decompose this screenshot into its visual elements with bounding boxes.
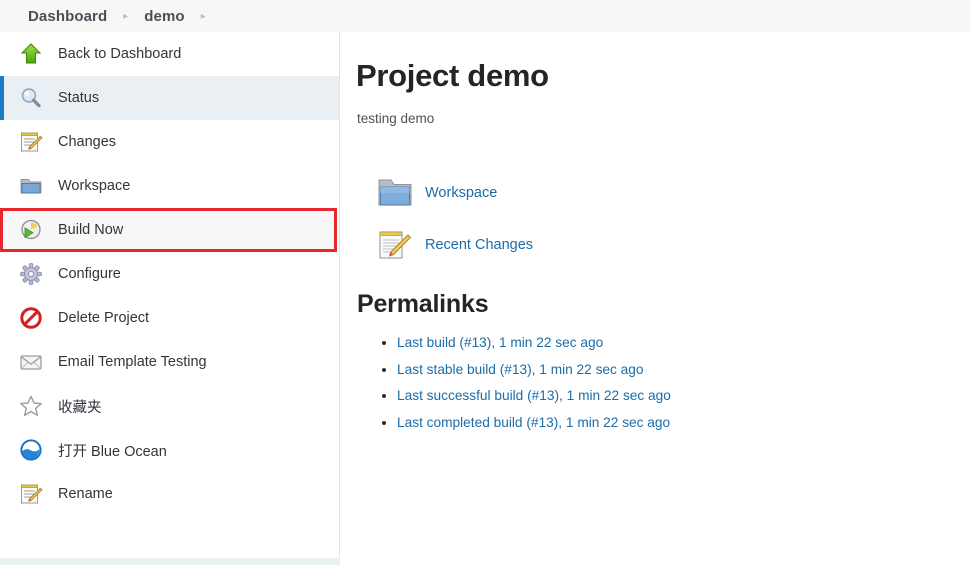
sidebar-item-open-blue-ocean[interactable]: 打开 Blue Ocean bbox=[0, 428, 339, 472]
list-item: Last completed build (#13), 1 min 22 sec… bbox=[397, 411, 970, 434]
notepad-pencil-icon bbox=[18, 129, 44, 155]
sidebar-item-configure[interactable]: Configure bbox=[0, 252, 339, 296]
sidebar-item-label: Changes bbox=[58, 134, 117, 150]
list-item: Last successful build (#13), 1 min 22 se… bbox=[397, 384, 970, 407]
sidebar-item-label: Configure bbox=[58, 266, 121, 282]
envelope-icon bbox=[18, 349, 44, 375]
blue-ocean-icon bbox=[18, 437, 44, 463]
sidebar-item-back-to-dashboard[interactable]: Back to Dashboard bbox=[0, 32, 339, 76]
permalinks-list: Last build (#13), 1 min 22 sec ago Last … bbox=[356, 331, 970, 434]
sidebar-footer-strip bbox=[0, 558, 340, 565]
sidebar-item-build-now[interactable]: Build Now bbox=[0, 208, 337, 252]
permalink-last-successful-build[interactable]: Last successful build (#13), 1 min 22 se… bbox=[397, 388, 671, 403]
sidebar-item-delete-project[interactable]: Delete Project bbox=[0, 296, 339, 340]
breadcrumb-demo[interactable]: demo bbox=[144, 8, 184, 25]
permalink-last-completed-build[interactable]: Last completed build (#13), 1 min 22 sec… bbox=[397, 415, 670, 430]
sidebar-item-label: Build Now bbox=[58, 222, 124, 238]
sidebar-item-label: Workspace bbox=[58, 178, 131, 194]
folder-icon bbox=[377, 176, 413, 210]
sidebar-item-label: 收藏夹 bbox=[58, 399, 102, 416]
sidebar-item-label: Rename bbox=[58, 486, 113, 502]
notepad-pencil-icon bbox=[18, 481, 44, 507]
sidebar-item-changes[interactable]: Changes bbox=[0, 120, 339, 164]
no-entry-icon bbox=[18, 305, 44, 331]
breadcrumb-bar: Dashboard ▸ demo ▸ bbox=[0, 0, 970, 32]
sidebar-item-email-template-testing[interactable]: Email Template Testing bbox=[0, 340, 339, 384]
shortcut-recent-changes-row: Recent Changes bbox=[377, 226, 970, 264]
project-description: testing demo bbox=[357, 111, 435, 126]
breadcrumb-separator-icon: ▸ bbox=[123, 11, 129, 22]
project-shortcuts: Workspace Recent Changes bbox=[356, 174, 970, 264]
sidebar-item-favorites[interactable]: 收藏夹 bbox=[0, 384, 339, 428]
main-content: Project demo testing demo Workspace Rece… bbox=[341, 32, 970, 565]
workspace-link[interactable]: Workspace bbox=[425, 185, 497, 201]
permalinks-heading: Permalinks bbox=[357, 290, 489, 318]
breadcrumb-dashboard[interactable]: Dashboard bbox=[28, 8, 107, 25]
list-item: Last stable build (#13), 1 min 22 sec ag… bbox=[397, 358, 970, 381]
shortcut-workspace-row: Workspace bbox=[377, 174, 970, 212]
folder-icon bbox=[18, 173, 44, 199]
list-item: Last build (#13), 1 min 22 sec ago bbox=[397, 331, 970, 354]
sidebar-item-status[interactable]: Status bbox=[0, 76, 339, 120]
up-arrow-green-icon bbox=[18, 41, 44, 67]
notepad-pencil-icon bbox=[377, 228, 413, 262]
sidebar: Back to Dashboard Status Changes Workspa… bbox=[0, 32, 340, 558]
magnifier-icon bbox=[18, 85, 44, 111]
sidebar-item-label: Delete Project bbox=[58, 310, 150, 326]
permalink-last-stable-build[interactable]: Last stable build (#13), 1 min 22 sec ag… bbox=[397, 362, 644, 377]
sidebar-item-label: Back to Dashboard bbox=[58, 46, 182, 62]
page-title: Project demo bbox=[356, 58, 549, 93]
sidebar-item-label: Email Template Testing bbox=[58, 354, 207, 370]
clock-play-icon bbox=[18, 217, 44, 243]
sidebar-item-rename[interactable]: Rename bbox=[0, 472, 339, 516]
sidebar-item-workspace[interactable]: Workspace bbox=[0, 164, 339, 208]
permalink-last-build[interactable]: Last build (#13), 1 min 22 sec ago bbox=[397, 335, 603, 350]
star-outline-icon bbox=[18, 393, 44, 419]
breadcrumb-separator-icon: ▸ bbox=[200, 11, 206, 22]
recent-changes-link[interactable]: Recent Changes bbox=[425, 237, 533, 253]
sidebar-item-label: 打开 Blue Ocean bbox=[58, 443, 167, 460]
gear-icon bbox=[18, 261, 44, 287]
sidebar-item-label: Status bbox=[58, 90, 100, 106]
